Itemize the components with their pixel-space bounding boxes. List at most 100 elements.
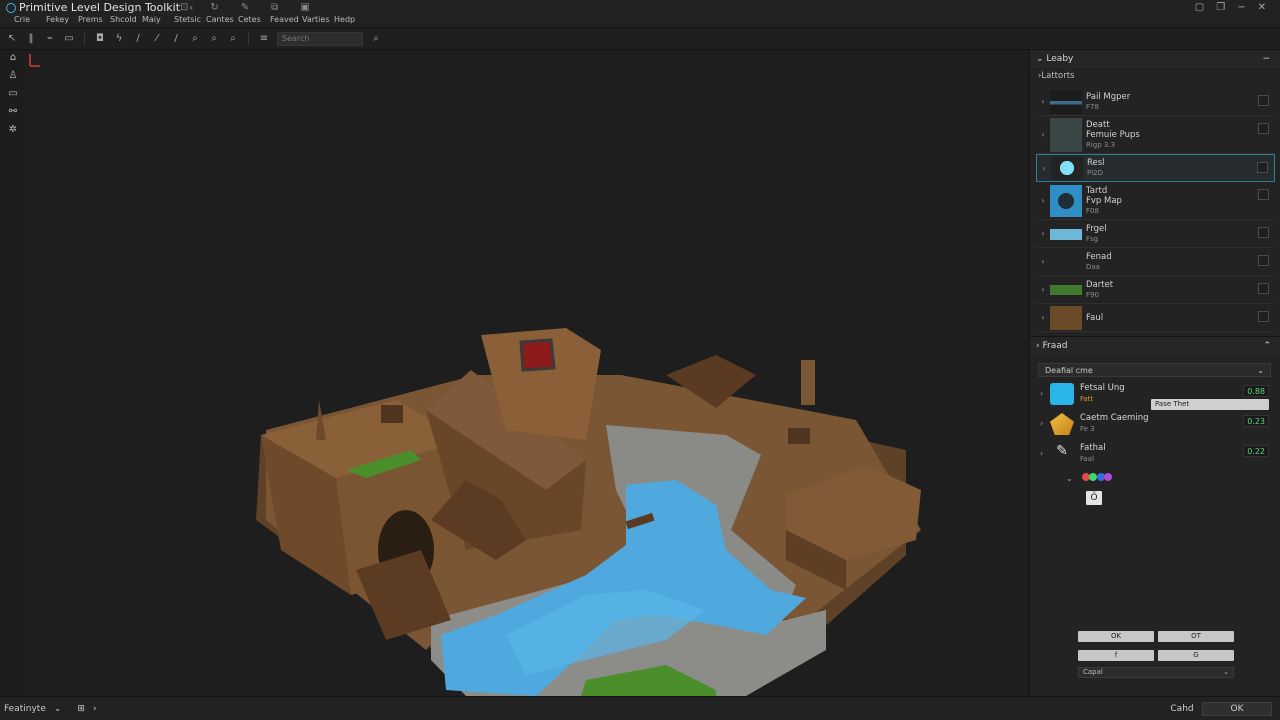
chevron-right-icon[interactable]: › [1036,130,1050,139]
slash-icon[interactable]: / [170,33,182,44]
property-value[interactable]: 0.88 [1243,385,1269,397]
image-icon[interactable]: ▭ [63,33,75,44]
asset-row[interactable]: › Frgel Fsg [1036,220,1275,248]
zoom-out-icon[interactable]: ⌕ [208,33,220,44]
asset-checkbox[interactable] [1257,162,1268,173]
brush-icon[interactable]: ✎ [241,2,249,13]
property-row[interactable]: › Fetsal Ung Fatt 0.88 Pase Thet [1030,383,1280,413]
preset-dropdown[interactable]: Deafial cme ⌄ [1038,363,1271,377]
lock-icon[interactable]: ▣ [300,2,309,13]
chevron-right-icon[interactable]: › [1036,313,1050,322]
menu-item[interactable]: Varties [302,15,334,24]
layers-icon[interactable]: ⧉ [271,2,278,13]
person-icon[interactable]: ♙ [9,70,18,81]
restore-icon[interactable]: ❐ [1216,2,1225,13]
asset-thumbnail [1050,221,1082,246]
ok-button[interactable]: OK [1078,631,1154,642]
frame-icon[interactable]: ⊡ [180,2,188,13]
asset-row-selected[interactable]: › Resl Pl2D [1036,154,1275,182]
refresh-icon[interactable]: ↻ [210,2,218,13]
chevron-right-icon[interactable]: › [1036,229,1050,238]
minimize-icon[interactable]: − [1237,2,1245,13]
asset-checkbox[interactable] [1258,283,1269,294]
pencil-icon[interactable]: ∕ [132,33,144,44]
chevron-right-icon[interactable]: › [1036,196,1050,205]
menu-item[interactable]: Stetsic [174,15,206,24]
asset-checkbox[interactable] [1258,255,1269,266]
lightning-icon[interactable]: ϟ [113,33,125,44]
chevron-down-icon: ⌄ [1036,54,1047,64]
color-swatches[interactable]: ⌄ [1066,473,1113,483]
search-input[interactable] [277,31,363,46]
eyedropper-icon[interactable]: ⌁ [44,33,56,44]
property-select[interactable]: Pase Thet [1151,399,1269,410]
menu-item[interactable]: Crie [14,15,46,24]
chevron-right-icon[interactable]: › [1036,285,1050,294]
camera-icon[interactable]: ▭ [8,88,17,99]
chevron-right-icon[interactable]: › [93,704,97,714]
menu-item[interactable]: Hedp [334,15,366,24]
chevron-right-icon[interactable]: › [1040,443,1050,458]
zoom-fit-icon[interactable]: ⌕ [227,33,239,44]
extra-settings-icon[interactable]: Ö [1086,491,1102,505]
close-icon[interactable]: ✕ [1258,2,1266,13]
menu-item[interactable]: Fekey [46,15,78,24]
asset-checkbox[interactable] [1258,227,1269,238]
asset-row[interactable]: › Fenad Daa [1036,248,1275,276]
asset-checkbox[interactable] [1258,311,1269,322]
ok-status-button[interactable]: OK [1202,702,1272,716]
link-icon[interactable]: ⚯ [9,106,17,117]
asset-row[interactable]: › Tartd Fvp Map F08 [1036,182,1275,220]
bottom-select[interactable]: Capal ⌄ [1078,667,1234,678]
menu-item[interactable]: Cetes [238,15,270,24]
menu-list: Crie Fekey Prems Shcold Maiy Stetsic Can… [14,15,366,24]
property-meta: Faal [1080,455,1094,463]
status-label[interactable]: Featinyte [4,704,46,714]
property-row[interactable]: › Caetm Caeming Fe 3 0.23 [1030,413,1280,443]
property-value[interactable]: 0.23 [1243,415,1269,427]
asset-row[interactable]: › Pail Mgper F78 [1036,88,1275,116]
pause-icon[interactable]: ‖ [25,33,37,44]
property-row[interactable]: › ✎ Fathal Faal 0.22 [1030,443,1280,473]
panel-menu-icon[interactable]: − [1262,54,1270,64]
maximize-icon[interactable]: ▢ [1195,2,1204,13]
cancel-button[interactable]: Cahd [1165,703,1199,716]
filter-icon[interactable]: ≡ [258,33,270,44]
asset-checkbox[interactable] [1258,189,1269,200]
color-dot-purple[interactable] [1104,473,1113,481]
asset-row[interactable]: › Dartet F90 [1036,276,1275,304]
chevron-up-icon[interactable]: ⌃ [1263,341,1271,351]
grid-icon[interactable]: ⊞ [77,704,85,714]
line-icon[interactable]: ⁄ [151,33,163,44]
property-value[interactable]: 0.22 [1243,445,1269,457]
3d-viewport[interactable] [26,50,1028,696]
option-button[interactable]: OT [1158,631,1234,642]
option-button[interactable]: f [1078,650,1154,661]
asset-row[interactable]: › Faul [1036,304,1275,332]
option-button[interactable]: G [1158,650,1234,661]
settings-icon[interactable]: ✲ [9,124,17,135]
asset-row[interactable]: › Deatt Femuie Pups Rigp 3.3 [1036,116,1275,154]
asset-thumbnail [1050,277,1082,302]
asset-checkbox[interactable] [1258,95,1269,106]
lock-tool-icon[interactable]: ◘ [94,33,106,44]
menu-item[interactable]: Cantes [206,15,238,24]
menu-item[interactable]: Feaved [270,15,302,24]
library-header[interactable]: ⌄ Leaby − [1030,50,1280,68]
menu-item[interactable]: Shcold [110,15,142,24]
chevron-right-icon[interactable]: › [1036,97,1050,106]
zoom-in-icon[interactable]: ⌕ [189,33,201,44]
chevron-right-icon[interactable]: › [1037,164,1051,173]
home-icon[interactable]: ⌂ [10,52,16,63]
chevron-right-icon[interactable]: › [1040,383,1050,398]
search-icon[interactable]: ⌕ [370,33,382,44]
chevron-down-icon[interactable]: ⌄ [54,704,62,714]
library-subheader[interactable]: › Lattorts [1030,68,1280,84]
menu-item[interactable]: Prems [78,15,110,24]
select-icon[interactable]: ↖ [6,33,18,44]
chevron-right-icon[interactable]: › [1036,257,1050,266]
properties-header[interactable]: › Fraad ⌃ [1030,337,1280,355]
asset-checkbox[interactable] [1258,123,1269,134]
chevron-right-icon[interactable]: › [1040,413,1050,428]
menu-item[interactable]: Maiy [142,15,174,24]
